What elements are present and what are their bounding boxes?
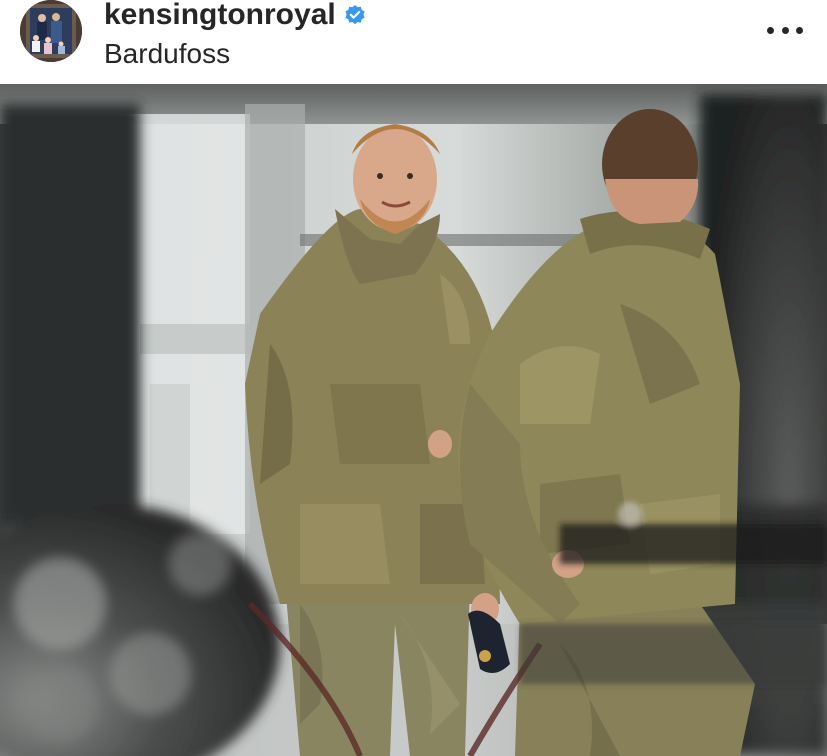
verified-badge-icon [344,4,366,26]
username[interactable]: kensingtonroyal [104,0,336,30]
post-location[interactable]: Bardufoss [104,38,230,70]
username-row: kensingtonroyal [104,0,366,30]
post-header: kensingtonroyal Bardufoss [0,0,827,84]
more-dot-icon [767,26,774,34]
more-options-icon[interactable] [767,18,803,42]
more-dot-icon [796,26,803,34]
profile-avatar[interactable] [20,0,82,62]
post-photo[interactable] [0,84,827,756]
more-dot-icon [781,26,789,34]
